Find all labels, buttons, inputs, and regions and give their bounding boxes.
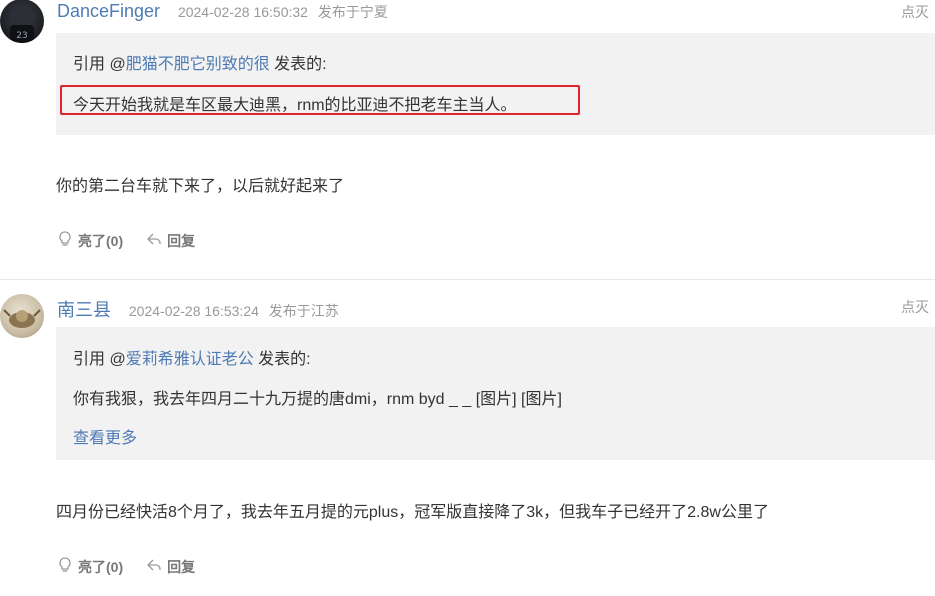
svg-text:23: 23	[16, 31, 27, 41]
quote-suffix: 发表的:	[269, 56, 327, 73]
comment-text: 四月份已经快活8个月了，我去年五月提的元plus，冠军版直接降了3k，但我车子已…	[56, 504, 769, 521]
username-link[interactable]: 南三县	[57, 300, 111, 320]
post-time: 2024-02-28 16:50:32	[177, 4, 308, 20]
post-location: 发布于宁夏	[317, 4, 388, 20]
quoted-text: 你有我狠，我去年四月二十九万提的唐dmi，rnm byd _ _ [图片] [图…	[73, 391, 562, 408]
quoted-user-link[interactable]: 爱莉希雅认证老公	[126, 351, 254, 368]
quoted-user-link[interactable]: 肥猫不肥它别致的很	[126, 56, 270, 73]
avatar[interactable]: 23	[0, 0, 44, 43]
quote-prefix: 引用 @	[73, 56, 126, 73]
bulb-icon	[56, 230, 74, 251]
comment-2: 南三县 2024-02-28 16:53:24 发布于江苏 点灭 引用 @爱莉希…	[0, 279, 935, 596]
comment-meta: DanceFinger 2024-02-28 16:50:32 发布于宁夏	[57, 1, 388, 22]
reply-label: 回复	[167, 558, 196, 575]
post-time: 2024-02-28 16:53:24	[128, 303, 259, 319]
comment-actions: 亮了(0) 回复	[56, 230, 195, 251]
reply-arrow-icon	[145, 230, 163, 251]
like-label: 亮了(0)	[78, 232, 124, 249]
reply-button[interactable]: 回复	[145, 556, 195, 577]
comment-1: 23 DanceFinger 2024-02-28 16:50:32 发布于宁夏…	[0, 0, 935, 279]
quote-block: 引用 @肥猫不肥它别致的很 发表的: 今天开始我就是车区最大迪黑，rnm的比亚迪…	[56, 33, 935, 135]
quoted-text: 今天开始我就是车区最大迪黑，rnm的比亚迪不把老车主当人。	[73, 97, 517, 114]
comment-meta: 南三县 2024-02-28 16:53:24 发布于江苏	[57, 296, 339, 322]
quote-header: 引用 @爱莉希雅认证老公 发表的:	[73, 345, 311, 369]
quote-block: 引用 @爱莉希雅认证老公 发表的: 你有我狠，我去年四月二十九万提的唐dmi，r…	[56, 327, 935, 460]
quote-suffix: 发表的:	[253, 351, 311, 368]
like-button[interactable]: 亮了(0)	[56, 230, 123, 251]
quote-prefix: 引用 @	[73, 351, 126, 368]
bulb-icon	[56, 556, 74, 577]
reply-label: 回复	[167, 232, 196, 249]
comment-text: 你的第二台车就下来了，以后就好起来了	[56, 178, 345, 195]
comment-actions: 亮了(0) 回复	[56, 556, 195, 577]
reply-button[interactable]: 回复	[145, 230, 195, 251]
username-link[interactable]: DanceFinger	[57, 1, 160, 21]
report-button[interactable]: 点灭	[901, 297, 929, 317]
report-button[interactable]: 点灭	[901, 2, 929, 22]
avatar[interactable]	[0, 294, 44, 338]
quote-header: 引用 @肥猫不肥它别致的很 发表的:	[73, 50, 327, 74]
view-more-link[interactable]: 查看更多	[73, 424, 137, 448]
reply-arrow-icon	[145, 556, 163, 577]
post-location: 发布于江苏	[268, 303, 339, 319]
like-button[interactable]: 亮了(0)	[56, 556, 123, 577]
like-label: 亮了(0)	[78, 558, 124, 575]
